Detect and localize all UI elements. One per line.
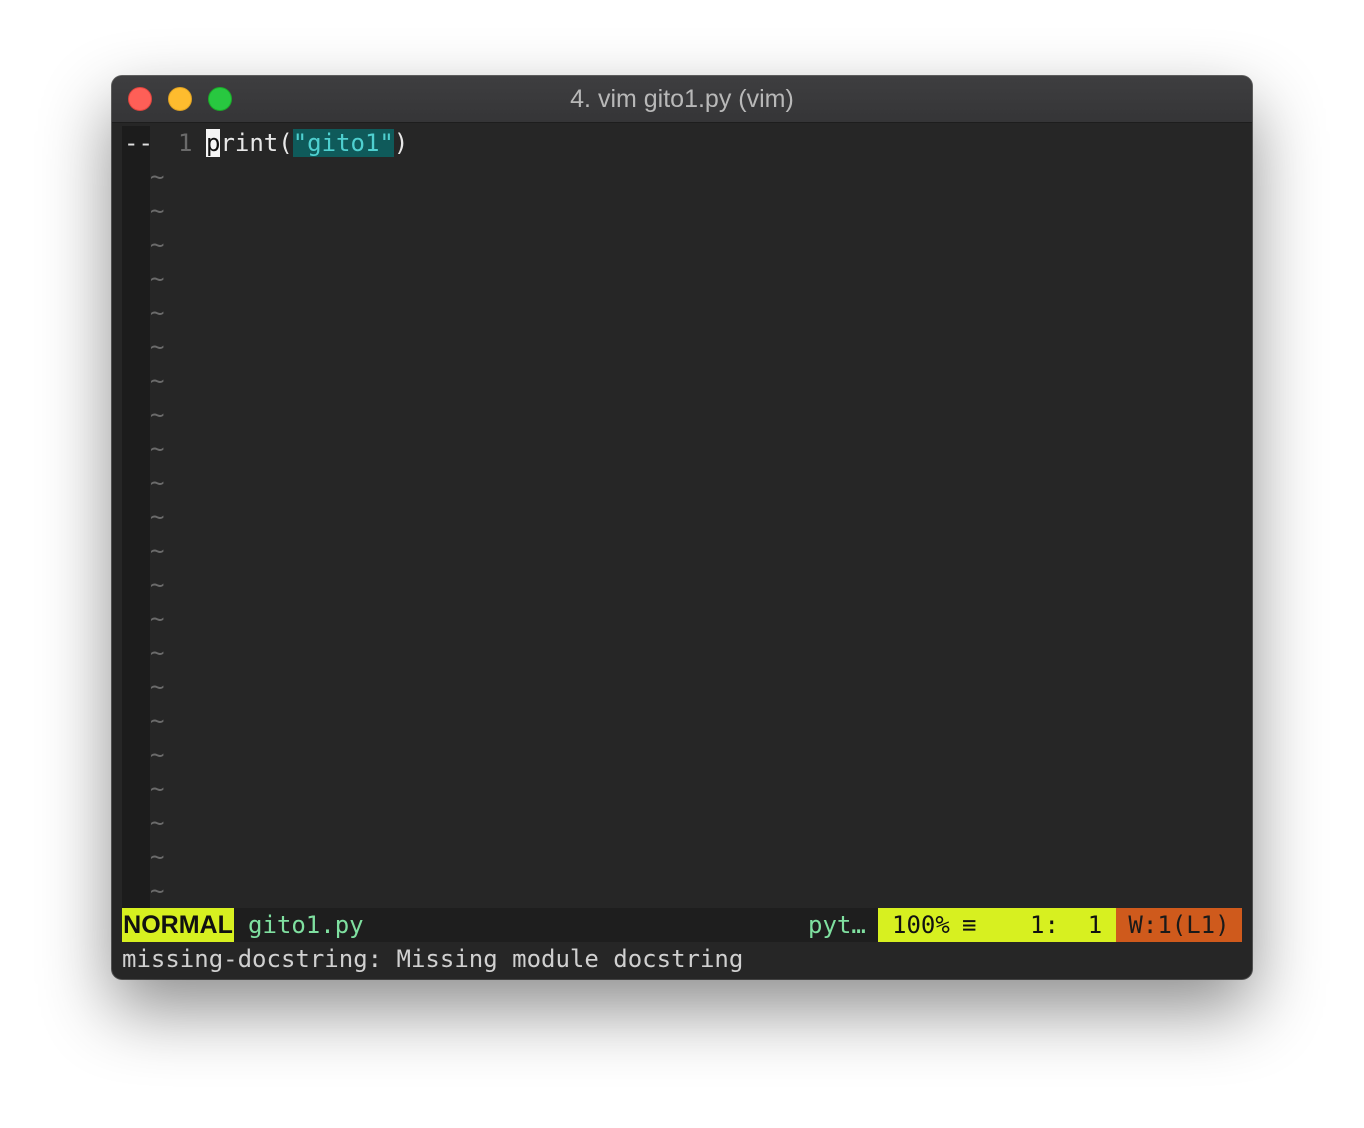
file-type: pyt… <box>808 911 866 939</box>
vim-editor[interactable]: -- 1 print("gito1") ~ ~ ~ ~ ~ ~ ~ ~ ~ ~ ~ ~ ~ ~ ~ ~ ~ ~ ~ ~… <box>122 126 1242 976</box>
warning-indicator: W:1(L1) <box>1116 908 1242 942</box>
empty-line-tilde: ~ <box>150 231 165 259</box>
empty-line-tilde: ~ <box>150 605 165 633</box>
empty-line-tilde: ~ <box>150 197 165 225</box>
empty-line-tilde: ~ <box>150 775 165 803</box>
empty-line-tilde: ~ <box>150 333 165 361</box>
empty-line-tilde: ~ <box>150 639 165 667</box>
string-literal: "gito1" <box>292 129 394 157</box>
code-text: rint( <box>220 129 293 157</box>
code-text-end: ) <box>393 129 409 157</box>
empty-line-tilde: ~ <box>150 163 165 191</box>
empty-line-tilde: ~ <box>150 809 165 837</box>
line-count-icon: ≡ <box>962 911 977 939</box>
status-line: NORMAL gito1.py pyt… 100% ≡ 1: 1 W:1(L1) <box>122 908 1242 942</box>
message-line: missing-docstring: Missing module docstr… <box>122 945 744 973</box>
mode-indicator: NORMAL <box>122 908 234 942</box>
empty-line-tilde: ~ <box>150 537 165 565</box>
empty-line-tilde: ~ <box>150 401 165 429</box>
empty-line-tilde: ~ <box>150 877 165 905</box>
empty-line-tilde: ~ <box>150 741 165 769</box>
text-cursor: p <box>206 129 221 157</box>
empty-line-tilde: ~ <box>150 707 165 735</box>
position-section: 100% ≡ 1: 1 <box>878 908 1116 942</box>
empty-line-tilde: ~ <box>150 571 165 599</box>
terminal-window: 4. vim gito1.py (vim) -- 1 print("gito1"… <box>112 76 1252 979</box>
empty-line-markers: ~ ~ ~ ~ ~ ~ ~ ~ ~ ~ ~ ~ ~ ~ ~ ~ ~ ~ ~ ~ ~ ~ <box>150 160 164 908</box>
empty-line-tilde: ~ <box>150 503 165 531</box>
empty-line-tilde: ~ <box>150 469 165 497</box>
empty-line-tilde: ~ <box>150 435 165 463</box>
empty-line-tilde: ~ <box>150 843 165 871</box>
scroll-percent: 100% <box>892 911 950 939</box>
sign-marker: -- <box>124 129 153 157</box>
cursor-position: 1: 1 <box>1030 911 1103 939</box>
empty-line-tilde: ~ <box>150 673 165 701</box>
empty-line-tilde: ~ <box>150 367 165 395</box>
title-bar[interactable]: 4. vim gito1.py (vim) <box>112 76 1252 123</box>
code-line[interactable]: print("gito1") <box>206 126 408 160</box>
line-number: 1 <box>178 129 193 157</box>
empty-line-tilde: ~ <box>150 265 165 293</box>
window-title: 4. vim gito1.py (vim) <box>570 85 794 113</box>
empty-line-tilde: ~ <box>150 299 165 327</box>
file-name: gito1.py <box>248 911 364 939</box>
sign-column <box>122 126 150 908</box>
